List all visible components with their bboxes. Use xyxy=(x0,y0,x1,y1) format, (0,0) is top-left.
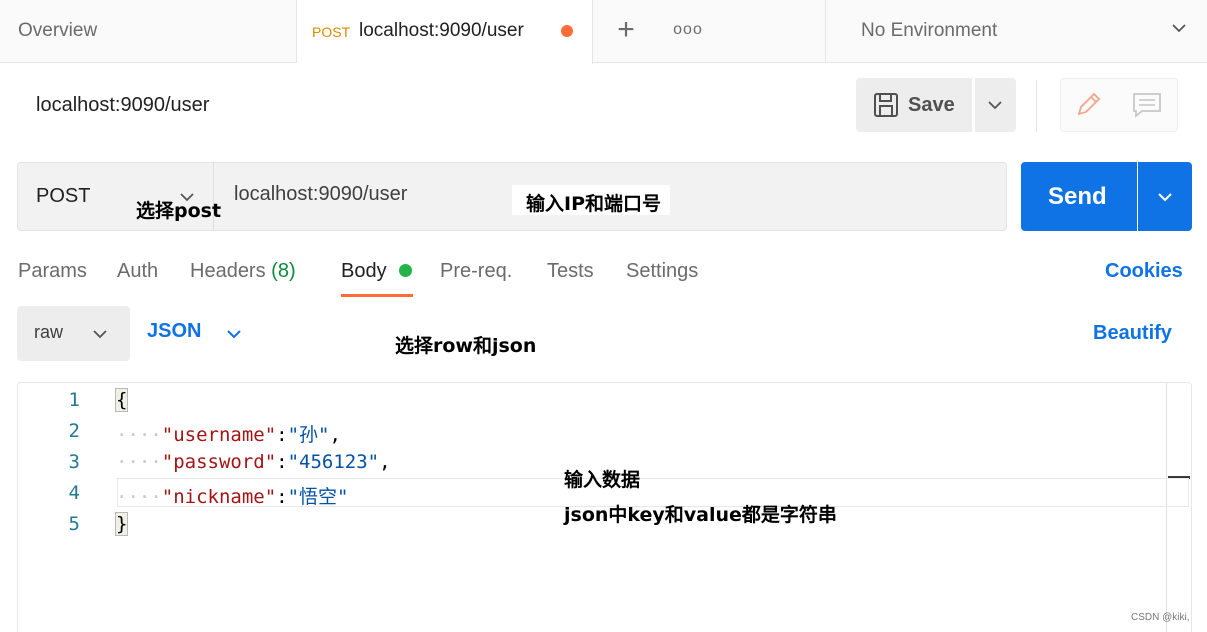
tab-headers[interactable]: Headers (8) xyxy=(190,260,296,283)
tab-params[interactable]: Params xyxy=(18,260,87,283)
comments-button[interactable] xyxy=(1120,78,1178,132)
annotation-json-note: json中key和value都是字符串 xyxy=(564,504,837,526)
json-colon: : xyxy=(276,451,288,473)
code-close-brace: } xyxy=(114,512,129,536)
json-comma: , xyxy=(379,451,391,473)
tab-tests[interactable]: Tests xyxy=(547,260,594,283)
tab-method-label: POST xyxy=(312,24,351,40)
code-line[interactable]: ····"username":"孙", xyxy=(116,420,341,447)
line-number: 2 xyxy=(68,420,80,442)
json-key: "nickname" xyxy=(161,486,277,508)
send-label: Send xyxy=(1048,183,1107,210)
new-tab-button[interactable]: + xyxy=(608,14,644,50)
chevron-down-icon[interactable] xyxy=(226,327,242,341)
json-key: "password" xyxy=(161,451,277,473)
active-tab-underline xyxy=(341,294,413,297)
tab-prereq[interactable]: Pre-req. xyxy=(440,260,512,283)
tab-url-label: localhost:9090/user xyxy=(359,20,524,41)
edit-button[interactable] xyxy=(1060,78,1118,132)
json-value: "456123" xyxy=(287,451,380,473)
chevron-down-icon xyxy=(988,101,1002,110)
environment-label: No Environment xyxy=(861,20,998,41)
json-value: "孙" xyxy=(287,424,330,446)
request-title[interactable]: localhost:9090/user xyxy=(36,94,209,117)
json-comma: , xyxy=(329,424,341,446)
save-icon xyxy=(874,93,898,117)
tab-request-active[interactable]: POST localhost:9090/user xyxy=(297,0,593,64)
tab-overview[interactable]: Overview xyxy=(0,0,297,63)
line-number: 4 xyxy=(68,482,80,504)
code-line[interactable]: ····"nickname":"悟空" xyxy=(116,482,349,509)
save-label: Save xyxy=(908,94,955,116)
annotation-select-post: 选择post xyxy=(136,200,222,222)
body-active-dot-icon xyxy=(399,264,412,277)
code-indent: ···· xyxy=(116,486,162,508)
more-tabs-button[interactable]: ooo xyxy=(670,14,706,50)
save-button[interactable]: Save xyxy=(856,78,972,132)
annotation-input-ip: 输入IP和端口号 xyxy=(526,193,661,215)
tab-overview-label: Overview xyxy=(18,20,98,41)
save-options-button[interactable] xyxy=(975,78,1016,132)
cookies-link[interactable]: Cookies xyxy=(1105,260,1183,283)
code-indent: ···· xyxy=(116,451,162,473)
line-number: 5 xyxy=(68,513,80,535)
unsaved-dot-icon xyxy=(561,25,573,37)
body-mode-select[interactable]: raw xyxy=(17,306,130,361)
chevron-down-icon xyxy=(1172,24,1186,33)
code-line[interactable]: } xyxy=(114,512,129,536)
url-input[interactable]: localhost:9090/user xyxy=(234,183,504,206)
json-value: "悟空" xyxy=(287,486,349,508)
tab-body[interactable]: Body xyxy=(341,260,387,283)
chevron-down-icon xyxy=(93,330,107,339)
line-number: 3 xyxy=(68,451,80,473)
json-key: "username" xyxy=(161,424,277,446)
chevron-down-icon xyxy=(1158,193,1172,202)
method-label: POST xyxy=(36,185,91,207)
send-button[interactable]: Send xyxy=(1021,162,1137,231)
json-colon: : xyxy=(276,486,288,508)
tab-settings[interactable]: Settings xyxy=(626,260,698,283)
json-colon: : xyxy=(276,424,288,446)
beautify-link[interactable]: Beautify xyxy=(1093,322,1172,345)
annotation-input-data: 输入数据 xyxy=(564,469,641,491)
code-indent: ···· xyxy=(116,424,162,446)
headers-count-badge: (8) xyxy=(271,260,296,282)
editor-scrollbar-track[interactable] xyxy=(1166,383,1167,632)
body-format-select[interactable]: JSON xyxy=(147,320,201,343)
environment-selector[interactable]: No Environment xyxy=(825,0,1207,63)
watermark: CSDN @kiki, xyxy=(1131,612,1190,623)
annotation-select-row-json: 选择row和json xyxy=(395,335,537,357)
tab-auth[interactable]: Auth xyxy=(117,260,158,283)
code-line[interactable]: { xyxy=(114,388,129,412)
toolbar-divider xyxy=(1036,80,1037,132)
send-options-button[interactable] xyxy=(1138,162,1192,231)
line-number: 1 xyxy=(68,389,80,411)
body-mode-label: raw xyxy=(34,322,64,342)
code-open-brace: { xyxy=(114,388,129,412)
pencil-icon xyxy=(1077,92,1101,116)
tab-headers-label: Headers xyxy=(190,260,266,282)
code-line[interactable]: ····"password":"456123", xyxy=(116,451,391,473)
comment-icon xyxy=(1133,93,1161,118)
